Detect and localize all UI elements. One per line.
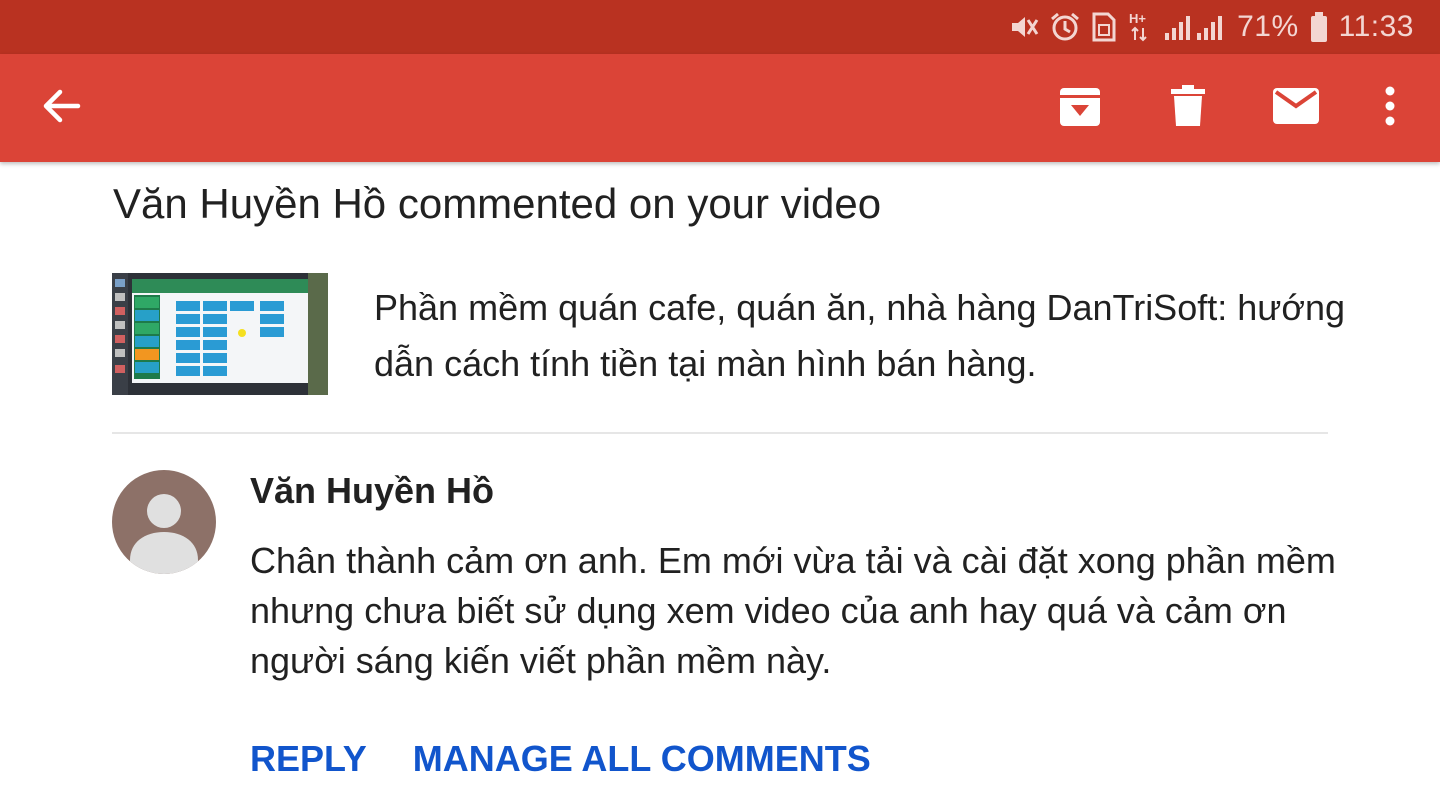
battery-percent: 71% xyxy=(1237,10,1299,43)
sim-card-icon xyxy=(1091,12,1117,42)
alarm-icon xyxy=(1049,11,1081,43)
video-title[interactable]: Phần mềm quán cafe, quán ăn, nhà hàng Da… xyxy=(374,280,1354,392)
delete-button[interactable] xyxy=(1148,54,1228,162)
comment-actions: REPLY MANAGE ALL COMMENTS xyxy=(250,738,871,780)
mail-icon xyxy=(1272,87,1320,130)
back-button[interactable] xyxy=(22,54,102,162)
mute-vibrate-icon xyxy=(1009,12,1039,42)
divider xyxy=(112,432,1328,434)
video-thumbnail[interactable] xyxy=(112,273,328,395)
signal-icon xyxy=(1163,13,1227,41)
clock: 11:33 xyxy=(1338,10,1414,43)
commenter-name: Văn Huyền Hồ xyxy=(250,470,495,511)
data-arrows-icon: H+ xyxy=(1127,10,1153,44)
delete-icon xyxy=(1170,84,1206,133)
email-subject: Văn Huyền Hồ commented on your video xyxy=(113,180,882,227)
app-bar xyxy=(0,54,1440,162)
more-options-button[interactable] xyxy=(1350,54,1430,162)
svg-text:H+: H+ xyxy=(1129,11,1146,26)
battery-icon xyxy=(1309,11,1329,43)
archive-button[interactable] xyxy=(1040,54,1120,162)
manage-all-comments-link[interactable]: MANAGE ALL COMMENTS xyxy=(413,738,871,780)
person-icon xyxy=(130,494,198,574)
archive-icon xyxy=(1058,84,1102,133)
status-bar: H+ 71% 11:33 xyxy=(0,0,1440,54)
mark-unread-button[interactable] xyxy=(1256,54,1336,162)
reply-link[interactable]: REPLY xyxy=(250,738,367,780)
more-vert-icon xyxy=(1384,86,1396,131)
back-arrow-icon xyxy=(40,84,84,133)
avatar[interactable] xyxy=(112,470,216,574)
comment-text: Chân thành cảm ơn anh. Em mới vừa tải và… xyxy=(250,540,1336,681)
